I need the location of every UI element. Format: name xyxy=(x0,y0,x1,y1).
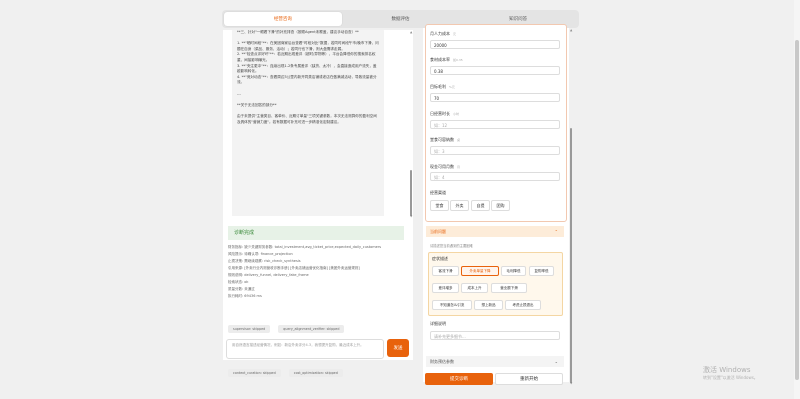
scroll-down-icon[interactable]: ▼ xyxy=(410,214,412,218)
current-issue-section[interactable]: 当前问题 ⌃ xyxy=(426,226,564,237)
submit-diagnosis-button[interactable]: 提交诊断 xyxy=(425,373,493,385)
assistant-message: **三、针对"一眼看下滑"的补充排查（按顺Agent未覆盖，建议手动自查）** … xyxy=(232,30,384,216)
symptom-option-selected[interactable]: 外卖单量下降 xyxy=(461,266,499,276)
chevron-up-icon: ⌃ xyxy=(554,229,558,234)
diagnosis-details: 财务指标: 缺少关键财务参数: total_investment,avg_tic… xyxy=(228,244,406,300)
channel-option[interactable]: 外卖 xyxy=(450,200,469,211)
form-scrollbar-thumb[interactable] xyxy=(570,128,572,383)
diagnosis-line: 执行耗时: 69436 ms xyxy=(228,294,262,298)
channel-option[interactable]: 团购 xyxy=(491,200,510,211)
page-scrollbar[interactable] xyxy=(794,0,800,399)
diagnosis-line: 检索状态: ok xyxy=(228,280,249,284)
field-label: 食材成本率 如0.35 xyxy=(430,57,463,62)
finance-section-title: 财务预估参数 xyxy=(430,359,454,364)
diagnosis-line: 财务指标: 缺少关键财务参数: total_investment,avg_tic… xyxy=(228,245,382,249)
watermark-title: 激活 Windows xyxy=(703,366,751,374)
diagnosis-result: 诊断完成 财务指标: 缺少关键财务参数: total_investment,av… xyxy=(226,222,406,377)
status-badge: query_alignment_verifier: skipped xyxy=(278,325,345,333)
diagnosis-line: 止损决策: 需继续观察: risk_check_synthesis xyxy=(228,259,301,263)
windows-activation-watermark: 激活 Windows 转到"设置"以激活 Windows。 xyxy=(703,365,758,381)
scroll-up-icon[interactable]: ▲ xyxy=(410,30,412,34)
diagnosis-title: 诊断完成 xyxy=(228,226,404,240)
chat-scrollbar[interactable]: ▲ ▼ xyxy=(410,30,413,220)
diagnosis-line: 风险提示: 待确认项: finance_projection xyxy=(228,252,293,256)
current-issue-subtitle: 请描述您当前遇到的主要困难 xyxy=(430,244,473,248)
status-badge: context_curation: skipped xyxy=(228,369,281,377)
page-scrollbar-thumb[interactable] xyxy=(795,40,799,380)
food-cost-rate-field[interactable]: 0.38 xyxy=(430,66,560,75)
symptom-label: 症状描述 xyxy=(432,256,448,261)
watermark-subtitle: 转到"设置"以激活 Windows。 xyxy=(703,375,758,380)
symptom-option[interactable]: 差评增多 xyxy=(432,283,459,293)
channel-option[interactable]: 自提 xyxy=(471,200,490,211)
channel-option[interactable]: 堂食 xyxy=(430,200,449,211)
diagnosis-line: 引用来源: [外卖行业内测营收诊断手册] [外卖店铺运营优化指南] [美团外卖运… xyxy=(228,266,360,270)
chat-scroll-area: **三、针对"一眼看下滑"的补充排查（按顺Agent未覆盖，建议手动自查）** … xyxy=(227,30,403,216)
field-label: 日经营时长 小时 xyxy=(430,111,460,116)
labor-cost-field[interactable]: 20000 xyxy=(430,40,560,49)
symptom-option[interactable]: 复购率低 xyxy=(529,266,554,276)
detail-label: 详细说明 xyxy=(430,321,446,326)
chat-scrollbar-thumb[interactable] xyxy=(410,170,412,216)
symptom-option[interactable]: 客流下滑 xyxy=(432,266,459,276)
chevron-down-icon: ⌄ xyxy=(554,359,558,364)
symptom-option[interactable]: 营业额下滑 xyxy=(491,283,527,293)
status-badge: cost_optimization: skipped xyxy=(288,369,343,377)
channels-label: 经营渠道 xyxy=(430,190,446,195)
field-label: 月人力成本元 xyxy=(430,31,457,36)
field-label: 堂食可容纳数桌 xyxy=(430,137,461,142)
finance-section[interactable]: 财务预估参数 ⌄ xyxy=(426,356,564,367)
status-badge: supervisor: skipped xyxy=(228,325,271,333)
reset-button[interactable]: 重新开始 xyxy=(495,373,563,385)
field-label: 现金可用月数月 xyxy=(430,164,461,169)
form-scrollbar[interactable]: ▲ ▼ xyxy=(570,28,573,385)
message-input-placeholder: 用自然语言描述经营情况，例如：新店外卖评分4.3，我想提升复购，最近成本上升。 xyxy=(232,343,364,347)
diagnosis-line: 规则说明: delivery_funnel, delivery_fake_fra… xyxy=(228,273,309,277)
tab-business-consulting[interactable]: 经营咨询 xyxy=(224,12,342,26)
dine-in-capacity-field[interactable]: 如：3 xyxy=(430,146,560,155)
scroll-up-icon[interactable]: ▲ xyxy=(570,28,572,32)
scroll-down-icon[interactable]: ▼ xyxy=(570,381,572,385)
target-margin-field[interactable]: 70 xyxy=(430,93,560,102)
cash-runway-field[interactable]: 如：4 xyxy=(430,172,560,181)
detail-input[interactable]: 请补充更多细节... xyxy=(430,331,560,340)
symptom-option[interactable]: 毛利降低 xyxy=(501,266,526,276)
message-input[interactable]: 用自然语言描述经营情况，例如：新店外卖评分4.3，我想提升复购，最近成本上升。 xyxy=(226,339,384,359)
daily-hours-field[interactable]: 如：12 xyxy=(430,120,560,129)
field-label: 目标毛利 %元 xyxy=(430,84,455,89)
assistant-message-text: **三、针对"一眼看下滑"的补充排查（按顺Agent未覆盖，建议手动自查）** … xyxy=(237,30,379,124)
current-issue-title: 当前问题 xyxy=(430,229,446,234)
diagnosis-line: 质量分数: 未通过 xyxy=(228,287,255,291)
symptom-option[interactable]: 想上新品 xyxy=(474,300,503,310)
symptom-option[interactable]: 考虑止损退出 xyxy=(505,300,541,310)
symptom-option[interactable]: 不知道怎么引流 xyxy=(432,300,472,310)
symptom-option[interactable]: 成本上升 xyxy=(461,283,488,293)
send-button[interactable]: 发送 xyxy=(387,339,409,357)
